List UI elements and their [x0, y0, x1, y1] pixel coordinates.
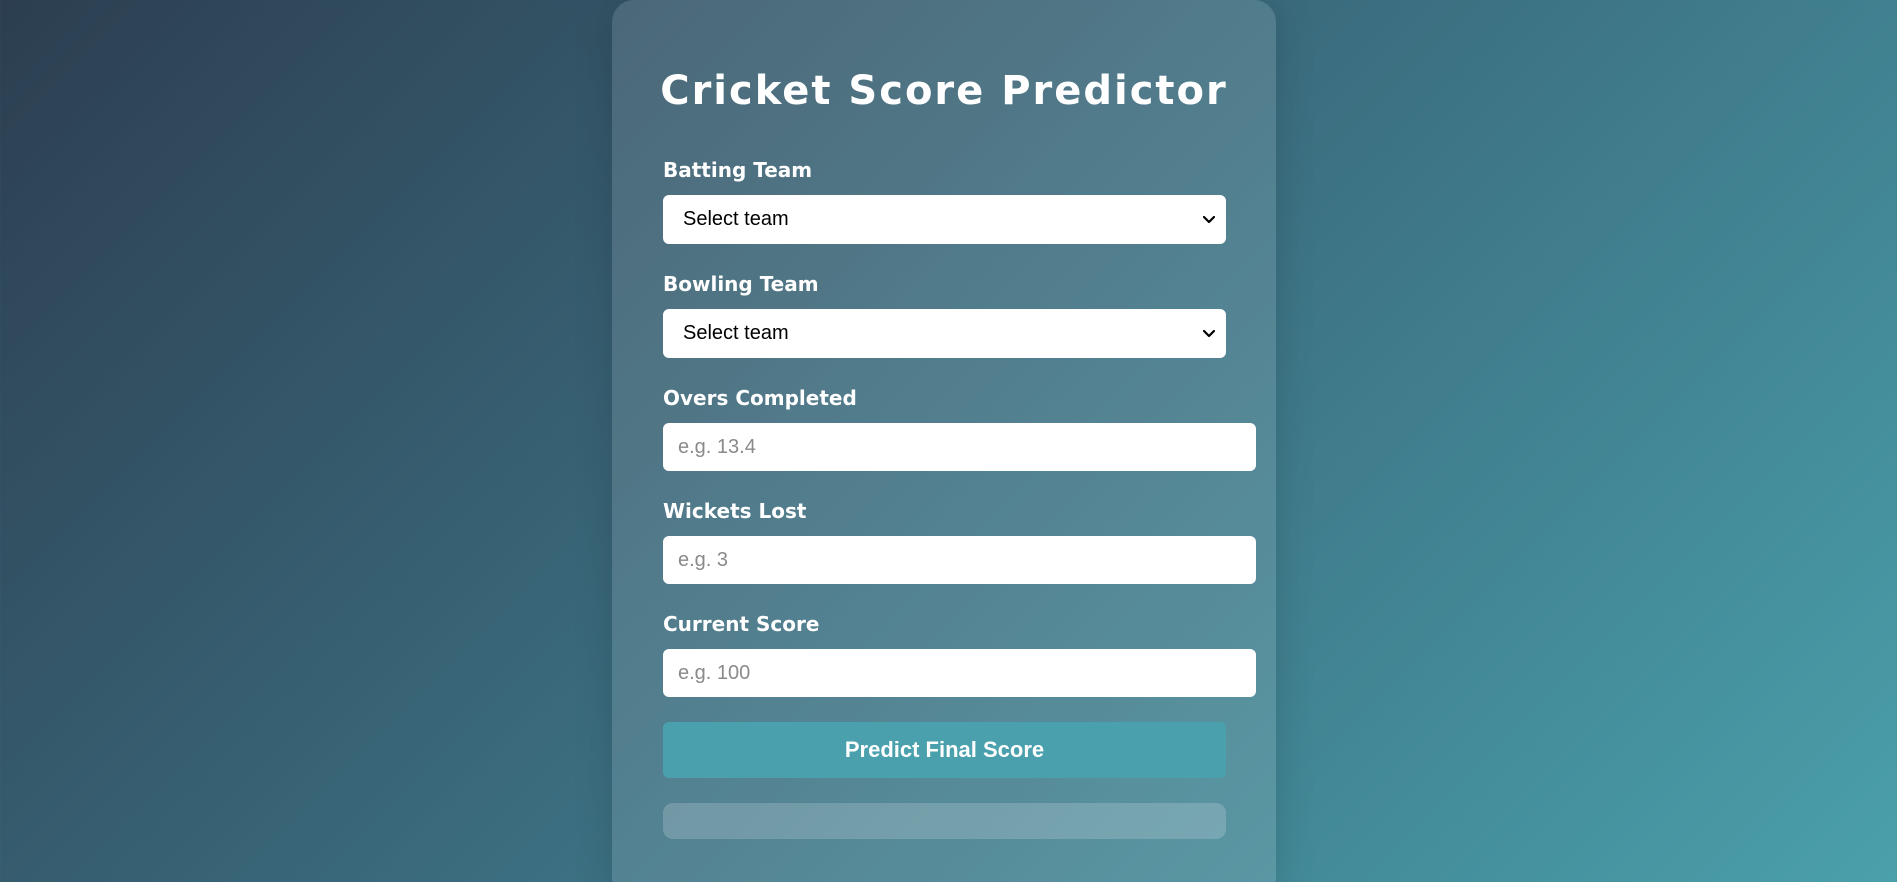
wickets-label: Wickets Lost: [663, 499, 807, 523]
wickets-input[interactable]: [663, 536, 1256, 584]
page-title: Cricket Score Predictor: [660, 68, 1228, 114]
batting-team-select[interactable]: Select team: [663, 195, 1226, 244]
score-input[interactable]: [663, 649, 1256, 697]
overs-input[interactable]: [663, 423, 1256, 471]
chevron-down-icon: [1202, 213, 1216, 227]
batting-team-selected: Select team: [683, 208, 789, 230]
batting-team-label: Batting Team: [663, 158, 813, 182]
chevron-down-icon: [1202, 327, 1216, 341]
overs-label: Overs Completed: [663, 386, 857, 410]
predict-button[interactable]: Predict Final Score: [663, 722, 1226, 778]
bowling-team-label: Bowling Team: [663, 272, 819, 296]
score-label: Current Score: [663, 612, 820, 636]
result-box: [663, 803, 1226, 839]
predictor-card: Cricket Score Predictor Batting Team Sel…: [612, 0, 1276, 882]
bowling-team-selected: Select team: [683, 322, 789, 344]
bowling-team-select[interactable]: Select team: [663, 309, 1226, 358]
